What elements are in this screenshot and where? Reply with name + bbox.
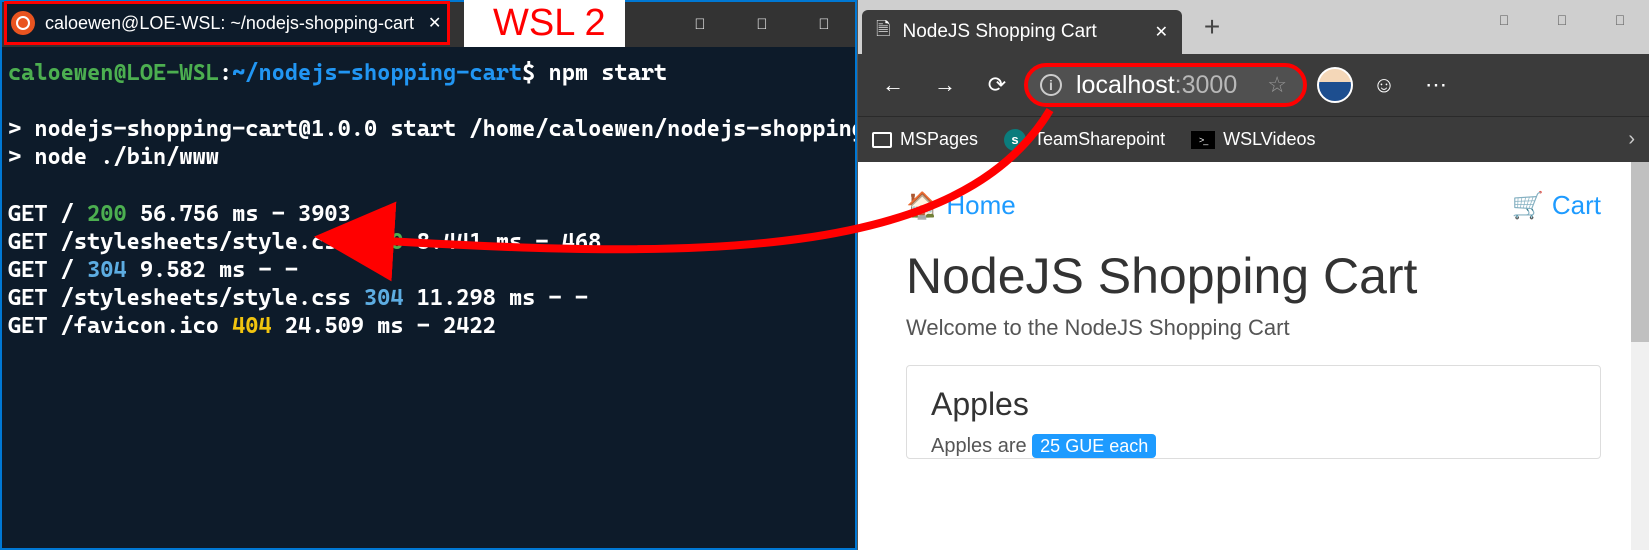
address-port: :3000	[1175, 71, 1238, 100]
nav-home-link[interactable]: 🏠 Home	[906, 190, 1016, 221]
address-host: localhost	[1076, 71, 1175, 100]
prompt-path: ~/nodejs-shopping-cart	[232, 60, 522, 86]
new-tab-button[interactable]: +	[1190, 11, 1234, 43]
home-icon: 🏠	[906, 190, 938, 221]
bookmark-label: TeamSharepoint	[1034, 129, 1165, 150]
minimize-button[interactable]: 	[669, 2, 731, 47]
bookmark-teamsharepoint[interactable]: s TeamSharepoint	[1004, 129, 1165, 151]
minimize-button[interactable]: 	[1475, 0, 1533, 40]
prompt-user: caloewen@LOE-WSL	[8, 60, 219, 86]
close-button[interactable]: 	[793, 2, 855, 47]
back-button[interactable]: ←	[872, 64, 914, 106]
site-info-icon[interactable]: i	[1040, 74, 1062, 96]
terminal-tab-close-icon[interactable]: ✕	[428, 13, 441, 33]
browser-window: 🗎 NodeJS Shopping Cart ✕ +    ← → ⟳ i…	[857, 0, 1649, 550]
cart-icon: 🛒	[1512, 190, 1544, 221]
bookmarks-overflow-icon[interactable]: ›	[1628, 128, 1635, 151]
more-menu-icon[interactable]: ⋯	[1415, 64, 1457, 106]
feedback-icon[interactable]: ☺	[1363, 64, 1405, 106]
terminal-window: caloewen@LOE-WSL: ~/nodejs-shopping-cart…	[0, 0, 857, 550]
terminal-body[interactable]: caloewen@LOE-WSL:~/nodejs-shopping-cart$…	[2, 47, 855, 548]
product-card: Apples Apples are 25 GUE each	[906, 365, 1601, 459]
wsl-icon: >_	[1191, 131, 1215, 149]
address-bar[interactable]: i localhost:3000 ☆	[1024, 63, 1307, 107]
close-button[interactable]: 	[1591, 0, 1649, 40]
maximize-button[interactable]: 	[731, 2, 793, 47]
page-icon: 🗎	[876, 17, 890, 47]
terminal-window-controls:   	[669, 2, 855, 47]
browser-tab[interactable]: 🗎 NodeJS Shopping Cart ✕	[862, 10, 1182, 54]
bookmark-label: WSLVideos	[1223, 129, 1315, 150]
terminal-titlebar: caloewen@LOE-WSL: ~/nodejs-shopping-cart…	[2, 2, 855, 47]
bookmarks-bar: MSPages s TeamSharepoint >_ WSLVideos ›	[858, 116, 1649, 162]
refresh-button[interactable]: ⟳	[976, 64, 1018, 106]
reading-list-icon	[872, 132, 892, 148]
price-badge: 25 GUE each	[1032, 434, 1156, 458]
bookmark-label: MSPages	[900, 129, 978, 150]
site-nav: 🏠 Home 🛒 Cart	[906, 190, 1601, 221]
bookmark-wslvideos[interactable]: >_ WSLVideos	[1191, 129, 1315, 150]
product-text: Apples are	[931, 435, 1032, 457]
browser-window-controls:   	[1475, 0, 1649, 40]
forward-button[interactable]: →	[924, 64, 966, 106]
prompt-end: $	[522, 60, 535, 86]
favorite-star-icon[interactable]: ☆	[1267, 72, 1287, 98]
nav-home-label: Home	[946, 190, 1015, 221]
prompt-sep: :	[219, 60, 232, 86]
scrollbar-thumb[interactable]	[1631, 162, 1649, 342]
sharepoint-icon: s	[1004, 129, 1026, 151]
nav-cart-label: Cart	[1552, 190, 1601, 221]
browser-titlebar: 🗎 NodeJS Shopping Cart ✕ +   	[858, 0, 1649, 54]
terminal-tab[interactable]: caloewen@LOE-WSL: ~/nodejs-shopping-cart…	[4, 1, 450, 45]
browser-tab-close-icon[interactable]: ✕	[1155, 22, 1168, 42]
profile-avatar[interactable]	[1317, 67, 1353, 103]
nav-cart-link[interactable]: 🛒 Cart	[1512, 190, 1602, 221]
annotation-wsl-label: WSL 2	[464, 0, 625, 47]
ubuntu-icon	[11, 11, 35, 35]
page-subtitle: Welcome to the NodeJS Shopping Cart	[906, 315, 1601, 341]
browser-tab-title: NodeJS Shopping Cart	[902, 21, 1154, 43]
browser-toolbar: ← → ⟳ i localhost:3000 ☆ ☺ ⋯	[858, 54, 1649, 116]
bookmark-mspages[interactable]: MSPages	[872, 129, 978, 150]
npm-output-line: > node ./bin/www	[8, 144, 219, 170]
maximize-button[interactable]: 	[1533, 0, 1591, 40]
request-log: GET / 200 56.756 ms - 3903 GET /styleshe…	[8, 201, 601, 340]
vertical-scrollbar[interactable]	[1631, 162, 1649, 550]
product-description: Apples are 25 GUE each	[931, 435, 1576, 458]
page-title: NodeJS Shopping Cart	[906, 247, 1601, 305]
terminal-command: npm start	[549, 60, 668, 86]
product-title: Apples	[931, 386, 1576, 423]
npm-output-line: > nodejs-shopping-cart@1.0.0 start /home…	[8, 116, 855, 142]
browser-viewport: 🏠 Home 🛒 Cart NodeJS Shopping Cart Welco…	[858, 162, 1649, 550]
terminal-tab-title: caloewen@LOE-WSL: ~/nodejs-shopping-cart	[45, 13, 414, 34]
